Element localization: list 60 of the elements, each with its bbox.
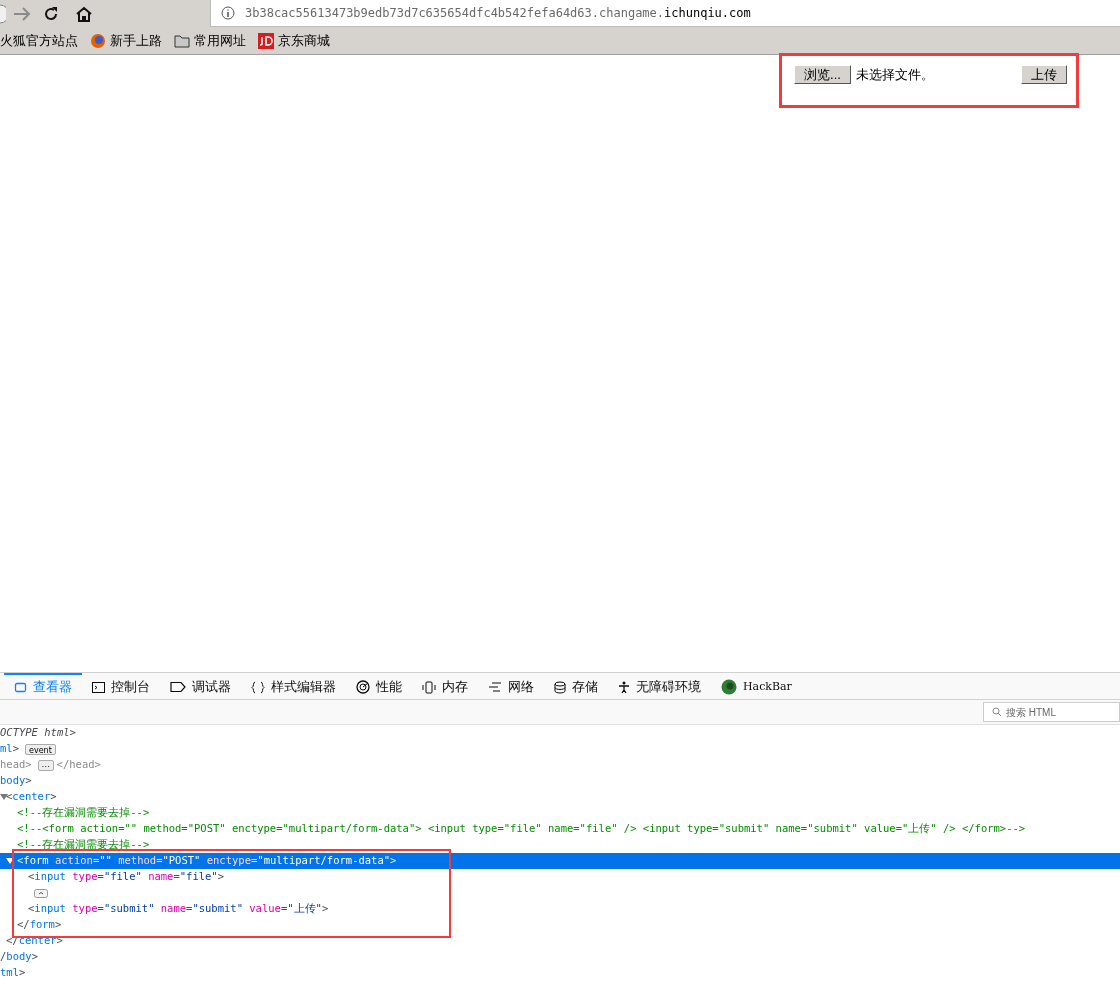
devtools-tab[interactable]: 存储 [544,672,608,700]
home-icon[interactable] [75,5,93,22]
bookmark-item[interactable]: 常用网址 [174,30,246,51]
devtools-tab[interactable]: HackBar [711,672,802,700]
comment-node[interactable]: <!--<form action="" method="POST" enctype="multipart/form-data"> <input type="file" name="file" /> <input type="submit" name="submit" value="上传" /> </form>--> [17,821,1026,837]
element-tag[interactable]: </form> [17,917,62,933]
search-icon [992,707,1002,717]
file-status-text: 未选择文件。 [856,66,934,84]
devtools-tab[interactable]: 无障碍环境 [608,672,711,700]
whitespace-badge-icon[interactable] [34,888,48,898]
console-icon [92,680,105,694]
search-input[interactable]: 搜索 HTML [1006,704,1116,720]
comment-node[interactable]: <!--存在漏洞需要去掉--> [17,805,150,821]
devtools-tab[interactable]: 性能 [346,672,412,700]
lines-icon [488,681,502,693]
devtools-tab[interactable]: 样式编辑器 [241,672,346,700]
node-badge[interactable]: event [25,743,56,755]
search-field[interactable]: 搜索 HTML [983,702,1120,722]
twisty-icon[interactable] [6,858,14,864]
element-tag[interactable]: <center> [6,789,57,805]
comment-node[interactable]: <!--存在漏洞需要去掉--> [17,837,150,853]
chip-icon [422,680,436,694]
element-tag[interactable]: <input type="file" name="file"> [28,869,224,885]
accessibility-icon [618,680,630,694]
devtools-tab[interactable]: 网络 [478,672,544,700]
globe-icon [90,32,106,49]
devtools-tab[interactable]: 内存 [412,672,478,700]
node-badge[interactable]: ⋯ [37,759,54,771]
twisty-icon[interactable] [0,794,8,800]
browse-button[interactable]: 浏览... [794,65,851,85]
braces-icon [251,680,265,694]
selected-row[interactable]: <form action="" method="POST" enctype="multipart/form-data"> [0,853,1120,869]
database-icon [554,680,566,694]
back-icon[interactable] [0,3,6,24]
url-text: 3b38cac55613473b9edb73d7c635654dfc4b542fefa64d63.changame.ichunqiu.com [245,5,751,22]
frame-icon [14,680,27,694]
element-tag[interactable]: <input type="submit" name="submit" value="上传"> [28,901,329,917]
forward-icon[interactable] [13,5,31,22]
url-field[interactable]: 3b38cac55613473b9edb73d7c635654dfc4b542fefa64d63.changame.ichunqiu.com [210,0,1120,27]
element-tag[interactable]: ml> [0,741,19,757]
element-tag[interactable]: <form action="" method="POST" enctype="multipart/form-data"> [17,853,397,869]
element-tag[interactable]: </head> [56,757,101,773]
gauge-icon [356,680,370,694]
element-tag[interactable]: tml> [0,965,26,981]
reload-icon[interactable] [43,5,59,22]
info-icon[interactable] [221,6,235,20]
logo-icon [258,32,274,49]
element-tag[interactable]: body> [0,773,32,789]
folder-icon [174,33,190,48]
doctype-node[interactable]: OCTYPE html> [0,725,76,741]
devtools-tab[interactable]: 调试器 [160,672,241,700]
bookmark-item[interactable]: 京东商城 [258,30,330,51]
bookmark-item[interactable]: 火狐官方站点 [0,30,78,51]
bookmark-item[interactable]: 新手上路 [90,30,162,51]
tag-icon [170,681,186,693]
element-tag[interactable]: /body> [0,949,38,965]
upload-button[interactable]: 上传 [1021,65,1067,84]
devtools-tab[interactable]: 控制台 [82,672,160,700]
element-tag[interactable]: head> [0,757,32,773]
hackbar-icon [721,679,737,695]
